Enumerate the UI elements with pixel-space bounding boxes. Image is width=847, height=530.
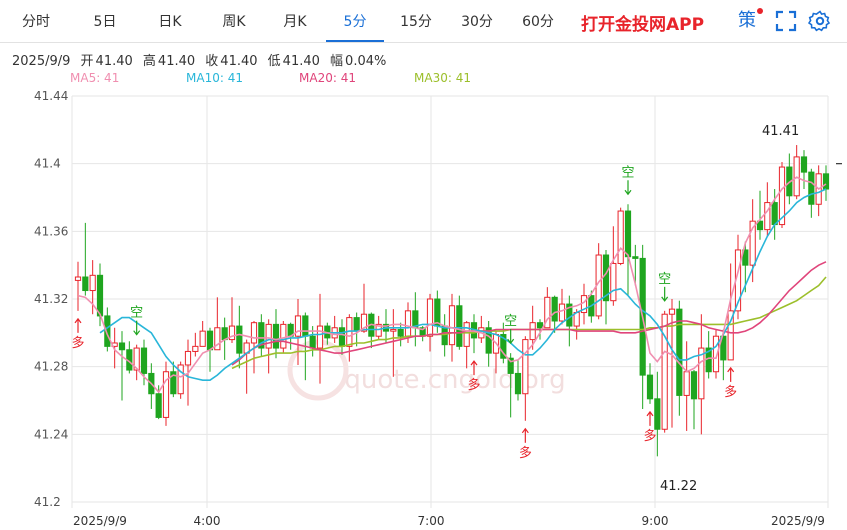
candle-body (529, 322, 536, 341)
watermark-text: quote.cngold.org (344, 365, 565, 395)
candle-body (309, 335, 316, 349)
candle-body (353, 317, 360, 332)
y-tick-label: 41.36 (34, 224, 68, 238)
sell-signal-label: 空 (658, 272, 671, 287)
candle-body (155, 393, 162, 418)
x-tick-label: 2025/9/9 (73, 514, 127, 528)
candle-body (140, 347, 148, 374)
x-tick-label: 7:00 (418, 514, 445, 528)
buy-signal-label: 多 (724, 384, 737, 400)
candle-body (404, 310, 412, 337)
candle-body (426, 298, 434, 337)
candle-body (265, 323, 272, 349)
candle-body (646, 374, 654, 400)
y-tick-label: 41.44 (34, 89, 68, 103)
sell-signal-label: 空 (130, 306, 143, 321)
x-tick-label: 4:00 (194, 514, 221, 528)
buy-signal-label: 多 (71, 335, 84, 351)
buy-signal-label: 多 (519, 445, 532, 461)
candle-body (808, 171, 815, 205)
candle-body (272, 323, 280, 349)
candle-body (221, 327, 228, 341)
y-tick-label: 41.2 (34, 495, 61, 509)
candle-body (800, 156, 808, 173)
candle-body (558, 303, 566, 322)
max-price-label: 41.41 (762, 124, 799, 139)
y-tick-label: 41.4 (34, 157, 61, 171)
candle-body (118, 342, 126, 351)
candle-body (316, 325, 324, 349)
candle-body (390, 328, 397, 332)
y-tick-label: 41.32 (34, 292, 68, 306)
candle-body (690, 371, 698, 400)
candle-body (250, 322, 258, 344)
candlestick-chart: 41.44 41.4 41.36 41.32 41.28 41.24 41.2 2025/9/… (34, 89, 842, 528)
candle-body (536, 322, 544, 329)
x-tick-label: 9:00 (642, 514, 669, 528)
candle-body (683, 371, 690, 396)
y-tick-label: 41.24 (34, 427, 68, 441)
candle-body (632, 256, 639, 259)
candle-body (302, 315, 309, 337)
candle-body (624, 210, 632, 258)
candle-body (822, 173, 830, 190)
candle-body (463, 322, 470, 347)
buy-signal-label: 多 (643, 428, 656, 444)
candle-body (74, 276, 82, 281)
candle-body (610, 262, 617, 302)
buy-signal-label: 多 (467, 377, 480, 393)
candle-body (514, 372, 522, 395)
candle-body (771, 202, 778, 226)
candle-body (661, 313, 668, 430)
candle-body (551, 296, 558, 322)
candle-body (192, 345, 199, 352)
min-price-label: 41.22 (660, 479, 697, 494)
sell-signal-label: 空 (621, 165, 634, 180)
candle-body (397, 328, 404, 337)
candle-body (448, 305, 456, 346)
candle-body (338, 327, 346, 347)
x-tick-label: 2025/9/9 (771, 514, 825, 528)
candle-body (456, 305, 463, 347)
sell-signal-label: 空 (504, 314, 517, 329)
candle-body (89, 274, 96, 292)
candle-body (206, 330, 214, 351)
candle-body (280, 323, 287, 349)
candle-body (522, 339, 529, 395)
y-tick-label: 41.28 (34, 360, 68, 374)
candle-body (617, 210, 624, 264)
candle-body (236, 325, 243, 354)
candle-body (668, 308, 676, 315)
candle-body (82, 276, 89, 292)
candle-body (199, 330, 206, 347)
candle-body (441, 325, 448, 346)
candle-body (184, 350, 192, 366)
candle-body (96, 274, 104, 317)
candle-body (654, 398, 661, 430)
